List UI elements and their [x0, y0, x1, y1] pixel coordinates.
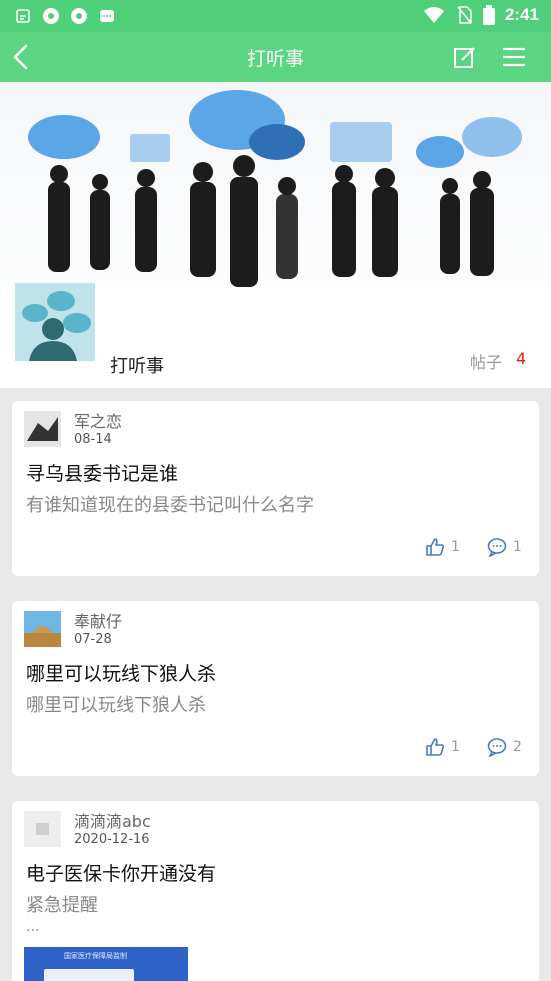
- more-indicator: ...: [26, 919, 40, 935]
- comment-icon: [487, 538, 507, 557]
- compose-icon[interactable]: [453, 45, 477, 69]
- post-title: 寻乌县委书记是谁: [26, 463, 179, 485]
- post-title: 电子医保卡你开通没有: [26, 863, 217, 885]
- status-bar: 2:41: [0, 0, 551, 32]
- image-text-block: [44, 969, 134, 981]
- post-date: 08-14: [74, 432, 112, 447]
- like-count: 1: [451, 739, 460, 755]
- thumbs-up-icon: [426, 538, 445, 556]
- comment-icon: [487, 738, 507, 757]
- aperture-icon: [43, 8, 59, 24]
- aperture-icon-2: [71, 8, 87, 24]
- battery-icon: [482, 5, 495, 25]
- username[interactable]: 滴滴滴abc: [74, 808, 151, 832]
- username[interactable]: 奉献仔: [74, 608, 122, 632]
- wifi-icon: [423, 7, 444, 23]
- like-button[interactable]: 1: [425, 537, 460, 557]
- like-count: 1: [451, 539, 460, 555]
- system-indicators: 2:41: [423, 5, 539, 25]
- notification-icons: [14, 7, 116, 25]
- username[interactable]: 军之恋: [74, 408, 122, 432]
- speech-bubbles: [28, 90, 522, 168]
- post-body: 哪里可以玩线下狼人杀: [26, 695, 206, 716]
- thumbs-up-icon: [426, 738, 445, 756]
- app-bar: 打听事: [0, 32, 551, 82]
- clock: 2:41: [504, 5, 539, 24]
- post-image[interactable]: 国家医疗保障局监制: [24, 947, 188, 981]
- posts-label: 帖子: [470, 353, 503, 372]
- post-title: 哪里可以玩线下狼人杀: [26, 663, 217, 685]
- comment-count: 1: [513, 539, 522, 555]
- post-body: 紧急提醒: [26, 895, 98, 916]
- user-avatar[interactable]: [24, 811, 61, 847]
- message-icon: [100, 10, 114, 22]
- like-button[interactable]: 1: [425, 737, 460, 757]
- image-caption: 国家医疗保障局监制: [64, 952, 127, 960]
- post-card[interactable]: 奉献仔 07-28 哪里可以玩线下狼人杀 哪里可以玩线下狼人杀 1 2: [12, 601, 539, 776]
- post-body: 有谁知道现在的县委书记叫什么名字: [26, 495, 314, 516]
- notification-app-icon: [16, 9, 30, 23]
- user-avatar[interactable]: [24, 411, 61, 447]
- post-date: 2020-12-16: [74, 832, 150, 847]
- comment-count: 2: [513, 739, 522, 755]
- post-card[interactable]: 军之恋 08-14 寻乌县委书记是谁 有谁知道现在的县委书记叫什么名字 1 1: [12, 401, 539, 576]
- group-name: 打听事: [110, 356, 164, 377]
- menu-icon[interactable]: [502, 46, 526, 68]
- user-avatar[interactable]: [24, 611, 61, 647]
- chat-people-icon: [15, 283, 95, 361]
- group-avatar[interactable]: [12, 280, 98, 364]
- no-sim-icon: [457, 6, 472, 24]
- posts-count: 4: [516, 349, 527, 368]
- comment-button[interactable]: 2: [487, 737, 522, 757]
- comment-button[interactable]: 1: [487, 537, 522, 557]
- post-date: 07-28: [74, 632, 112, 647]
- people-silhouettes: [48, 155, 494, 287]
- post-card[interactable]: 滴滴滴abc 2020-12-16 电子医保卡你开通没有 紧急提醒 ... 国家…: [12, 801, 539, 981]
